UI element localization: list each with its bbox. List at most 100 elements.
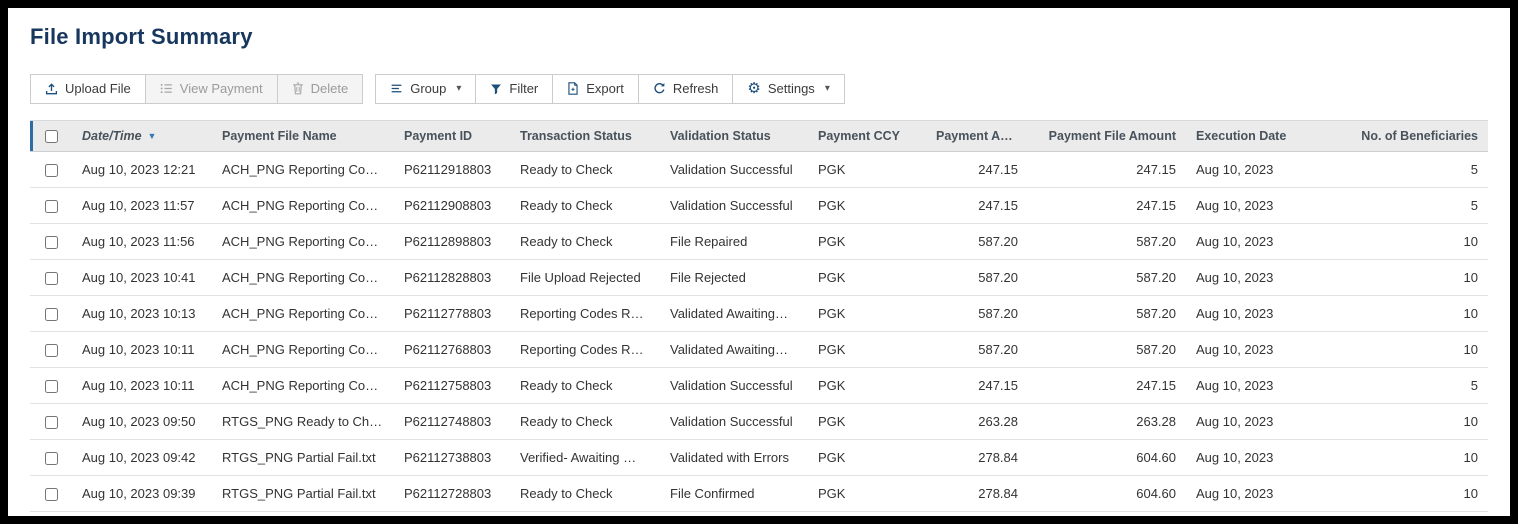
row-checkbox[interactable] (45, 236, 58, 249)
cell-execution-date: Aug 10, 2023 (1186, 187, 1308, 223)
cell-no-of-beneficiaries: 5 (1308, 151, 1488, 187)
cell-date-time: Aug 10, 2023 10:11 (72, 331, 212, 367)
column-header-payment-id[interactable]: Payment ID (394, 120, 510, 151)
table-row[interactable]: Aug 10, 2023 11:57ACH_PNG Reporting Cod…… (30, 187, 1488, 223)
filter-button[interactable]: Filter (475, 74, 553, 104)
export-icon (567, 82, 579, 95)
cell-payment-file-name: ACH_PNG Reporting Cod… (212, 187, 394, 223)
cell-payment-file-name: RTGS_PNG Partial Fail.txt (212, 475, 394, 511)
row-checkbox[interactable] (45, 380, 58, 393)
cell-transaction-status: Ready to Check (510, 187, 660, 223)
refresh-button[interactable]: Refresh (638, 74, 734, 104)
row-checkbox-cell (30, 331, 72, 367)
cell-payment-file-amount: 604.60 (1028, 475, 1186, 511)
table-row[interactable]: Aug 10, 2023 11:56ACH_PNG Reporting Cod…… (30, 223, 1488, 259)
cell-execution-date: Aug 10, 2023 (1186, 475, 1308, 511)
cell-payment-amount: 587.20 (926, 295, 1028, 331)
table-row[interactable]: Aug 10, 2023 09:39RTGS_PNG Partial Fail.… (30, 475, 1488, 511)
cell-payment-ccy: PGK (808, 367, 926, 403)
cell-payment-ccy: PGK (808, 475, 926, 511)
export-button[interactable]: Export (552, 74, 639, 104)
cell-payment-file-amount: 263.28 (1028, 403, 1186, 439)
delete-button[interactable]: Delete (277, 74, 364, 104)
settings-label: Settings (768, 81, 815, 97)
cell-payment-ccy: PGK (808, 259, 926, 295)
gear-icon: ⚙ (747, 82, 760, 95)
cell-no-of-beneficiaries: 10 (1308, 331, 1488, 367)
cell-validation-status: File Confirmed (660, 475, 808, 511)
group-icon (390, 82, 403, 95)
toolbar: Upload File View Payment Delete (30, 74, 1500, 104)
select-all-checkbox[interactable] (45, 130, 58, 143)
cell-date-time: Aug 10, 2023 11:56 (72, 223, 212, 259)
table-row[interactable]: Aug 10, 2023 10:11ACH_PNG Reporting Cod…… (30, 367, 1488, 403)
cell-payment-file-amount: 247.15 (1028, 151, 1186, 187)
table-row[interactable]: Aug 10, 2023 10:41ACH_PNG Reporting Cod…… (30, 259, 1488, 295)
cell-transaction-status: Ready to Check (510, 367, 660, 403)
cell-execution-date: Aug 10, 2023 (1186, 439, 1308, 475)
cell-payment-id: P62112758803 (394, 367, 510, 403)
cell-payment-ccy: PGK (808, 151, 926, 187)
cell-date-time: Aug 10, 2023 11:57 (72, 187, 212, 223)
cell-transaction-status: Ready to Check (510, 151, 660, 187)
view-payment-label: View Payment (180, 81, 263, 97)
cell-payment-amount: 587.20 (926, 331, 1028, 367)
cell-execution-date: Aug 10, 2023 (1186, 151, 1308, 187)
cell-validation-status: File Rejected (660, 259, 808, 295)
column-header-payment-amount[interactable]: Payment Amount (926, 120, 1028, 151)
row-checkbox-cell (30, 223, 72, 259)
column-header-payment-file-amount[interactable]: Payment File Amount (1028, 120, 1186, 151)
settings-button[interactable]: ⚙ Settings ▾ (732, 74, 844, 104)
table-row[interactable]: Aug 10, 2023 09:42RTGS_PNG Partial Fail.… (30, 439, 1488, 475)
cell-transaction-status: Reporting Codes R… (510, 331, 660, 367)
view-button-group: Group ▾ Filter Export (375, 74, 845, 104)
column-header-no-of-beneficiaries[interactable]: No. of Beneficiaries (1308, 120, 1488, 151)
table-row[interactable]: Aug 10, 2023 10:11ACH_PNG Reporting Cod…… (30, 331, 1488, 367)
row-checkbox[interactable] (45, 452, 58, 465)
cell-no-of-beneficiaries: 10 (1308, 475, 1488, 511)
cell-date-time: Aug 10, 2023 09:42 (72, 439, 212, 475)
cell-payment-id: P62112908803 (394, 187, 510, 223)
column-header-execution-date[interactable]: Execution Date (1186, 120, 1308, 151)
row-checkbox-cell (30, 259, 72, 295)
row-checkbox[interactable] (45, 416, 58, 429)
column-header-transaction-status[interactable]: Transaction Status (510, 120, 660, 151)
cell-no-of-beneficiaries: 10 (1308, 259, 1488, 295)
cell-payment-file-name: ACH_PNG Reporting Cod… (212, 223, 394, 259)
cell-payment-file-name: RTGS_PNG Ready to Che… (212, 403, 394, 439)
row-checkbox[interactable] (45, 272, 58, 285)
column-header-payment-file-name[interactable]: Payment File Name (212, 120, 394, 151)
cell-payment-ccy: PGK (808, 439, 926, 475)
table-row[interactable]: Aug 10, 2023 09:50RTGS_PNG Ready to Che…… (30, 403, 1488, 439)
row-checkbox[interactable] (45, 308, 58, 321)
upload-file-button[interactable]: Upload File (30, 74, 146, 104)
view-payment-button[interactable]: View Payment (145, 74, 278, 104)
cell-payment-file-amount: 587.20 (1028, 331, 1186, 367)
page-title: File Import Summary (30, 24, 1500, 50)
filter-icon (490, 83, 502, 95)
column-header-date-time[interactable]: Date/Time▼ (72, 120, 212, 151)
cell-payment-ccy: PGK (808, 223, 926, 259)
cell-transaction-status: File Upload Rejected (510, 259, 660, 295)
cell-validation-status: Validated Awaiting… (660, 295, 808, 331)
table-row[interactable]: Aug 10, 2023 12:21ACH_PNG Reporting Cod…… (30, 151, 1488, 187)
group-label: Group (410, 81, 446, 97)
cell-no-of-beneficiaries: 10 (1308, 439, 1488, 475)
group-button[interactable]: Group ▾ (375, 74, 476, 104)
table-row[interactable]: Aug 10, 2023 10:13ACH_PNG Reporting Cod…… (30, 295, 1488, 331)
cell-no-of-beneficiaries: 5 (1308, 187, 1488, 223)
export-label: Export (586, 81, 624, 97)
cell-validation-status: Validated with Errors (660, 439, 808, 475)
row-checkbox[interactable] (45, 164, 58, 177)
column-header-validation-status[interactable]: Validation Status (660, 120, 808, 151)
column-header-payment-ccy[interactable]: Payment CCY (808, 120, 926, 151)
row-checkbox-cell (30, 439, 72, 475)
cell-payment-file-amount: 587.20 (1028, 295, 1186, 331)
row-checkbox[interactable] (45, 344, 58, 357)
refresh-icon (653, 82, 666, 95)
row-checkbox[interactable] (45, 200, 58, 213)
row-checkbox[interactable] (45, 488, 58, 501)
row-checkbox-cell (30, 403, 72, 439)
file-import-table: Date/Time▼Payment File NamePayment IDTra… (30, 120, 1488, 512)
row-checkbox-cell (30, 187, 72, 223)
